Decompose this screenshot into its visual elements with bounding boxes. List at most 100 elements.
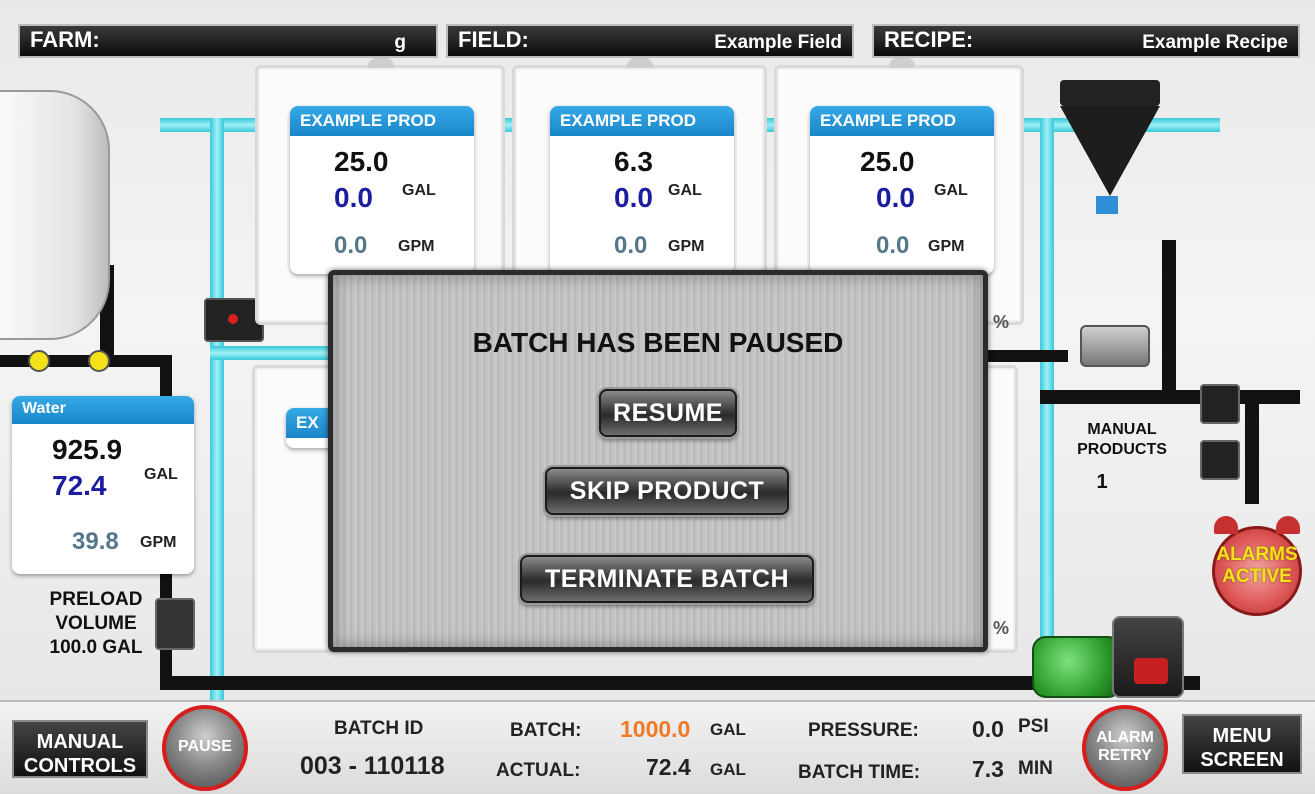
water-target: 925.9: [52, 434, 123, 465]
preload-unit: GAL: [102, 637, 143, 658]
product-3-actual: 0.0: [876, 182, 915, 213]
farm-label: FARM:: [30, 27, 100, 52]
black-line-right: [988, 350, 1068, 362]
water-flow-unit: GPM: [140, 534, 177, 551]
alarms-active-indicator[interactable]: ALARMS ACTIVE: [1206, 516, 1308, 628]
cyan-riser-right: [1040, 118, 1054, 648]
menu-screen-line1: MENU: [1212, 725, 1272, 747]
pause-label: PAUSE: [178, 738, 232, 755]
manual-controls-line2: CONTROLS: [23, 755, 137, 777]
manual-controls-line1: MANUAL: [36, 731, 124, 753]
pressure-label: PRESSURE:: [808, 720, 919, 741]
alarm-retry-line1: ALARM: [1096, 729, 1154, 746]
field-label: FIELD:: [458, 27, 529, 52]
manual-meter-2-icon: [1200, 440, 1240, 480]
product-3-unit: GAL: [934, 182, 968, 199]
water-flow: 39.8: [72, 528, 119, 555]
alarm-retry-button[interactable]: ALARM RETRY: [1082, 705, 1168, 791]
water-unit: GAL: [144, 466, 178, 483]
product-1-actual: 0.0: [334, 182, 373, 213]
terminate-batch-button[interactable]: TERMINATE BATCH: [520, 555, 814, 603]
product-2-flow: 0.0: [614, 232, 648, 259]
recipe-label: RECIPE:: [884, 27, 974, 52]
product-panel-1[interactable]: EXAMPLE PROD 25.0 0.0 GAL 0.0 GPM: [290, 106, 474, 274]
tank-cap: [368, 58, 394, 68]
product-1-unit: GAL: [402, 182, 436, 199]
pump-icon: [1032, 636, 1122, 698]
product-3-name: EXAMPLE PROD: [810, 106, 994, 136]
pause-button[interactable]: PAUSE: [162, 705, 248, 791]
pressure-unit: PSI: [1018, 716, 1049, 737]
preload-line2: VOLUME: [55, 613, 137, 634]
black-drop-manual: [1245, 404, 1259, 504]
product-3-target: 25.0: [860, 146, 915, 177]
preload-line1: PRELOAD: [49, 589, 143, 610]
flow-meter-water-icon: [155, 598, 195, 650]
tank-cap: [627, 58, 653, 68]
cyan-branch: [210, 346, 330, 360]
percent-label-1: %: [993, 312, 1010, 332]
alarm-bell-right-icon: [1276, 516, 1300, 534]
manual-products[interactable]: MANUAL PRODUCTS 1: [1062, 420, 1182, 492]
product-1-flow: 0.0: [334, 232, 368, 259]
menu-screen-button[interactable]: MENU SCREEN: [1182, 714, 1302, 774]
pressure-value: 0.0: [972, 716, 1004, 742]
batch-unit: GAL: [710, 720, 746, 739]
water-panel[interactable]: Water 925.9 72.4 GAL 39.8 GPM: [12, 396, 194, 574]
menu-screen-line2: SCREEN: [1200, 749, 1284, 771]
valve-assembly-icon: [1080, 325, 1150, 367]
recipe-value: Example Recipe: [1142, 32, 1288, 53]
farm-value: g: [394, 32, 406, 53]
pause-dialog-title: BATCH HAS BEEN PAUSED: [472, 327, 844, 358]
hopper-icon: [1060, 80, 1160, 230]
batch-time-value: 7.3: [972, 756, 1004, 782]
recipe-field: RECIPE: Example Recipe: [872, 24, 1300, 58]
batch-id-label: BATCH ID: [334, 718, 424, 739]
yellow-valve-1-icon: [28, 350, 50, 372]
cyan-riser-left: [210, 118, 224, 700]
actual-label: ACTUAL:: [496, 760, 581, 781]
yellow-valve-2-icon: [88, 350, 110, 372]
preload-value-row[interactable]: 100.0 GAL: [36, 636, 156, 660]
water-name: Water: [12, 396, 194, 424]
manual-products-line2: PRODUCTS: [1077, 441, 1167, 458]
engine-icon: [1112, 616, 1184, 698]
manual-controls-button[interactable]: MANUAL CONTROLS: [12, 720, 148, 778]
farm-field: FARM: g: [18, 24, 438, 58]
manual-products-count: 1: [1096, 471, 1108, 493]
batch-time-unit: MIN: [1018, 758, 1053, 779]
actual-value: 72.4: [646, 754, 691, 780]
product-3-flow: 0.0: [876, 232, 910, 259]
product-2-name: EXAMPLE PROD: [550, 106, 734, 136]
actual-unit: GAL: [710, 760, 746, 779]
batch-id-value: 003 - 110118: [300, 752, 445, 780]
product-3-flow-unit: GPM: [928, 238, 965, 255]
field-value: Example Field: [714, 32, 842, 53]
black-riser-hopper: [1162, 240, 1176, 400]
product-1-flow-unit: GPM: [398, 238, 435, 255]
manual-meter-1-icon: [1200, 384, 1240, 424]
product-2-target: 6.3: [614, 146, 653, 177]
product-2-flow-unit: GPM: [668, 238, 705, 255]
batch-time-label: BATCH TIME:: [798, 762, 921, 783]
batch-value: 1000.0: [620, 716, 691, 742]
percent-label-2: %: [993, 618, 1010, 638]
product-1-target: 25.0: [334, 146, 389, 177]
product-2-actual: 0.0: [614, 182, 653, 213]
product-panel-2[interactable]: EXAMPLE PROD 6.3 0.0 GAL 0.0 GPM: [550, 106, 734, 274]
tank-cap: [889, 58, 915, 68]
manual-products-line1: MANUAL: [1087, 421, 1157, 438]
product-2-unit: GAL: [668, 182, 702, 199]
product-1-name: EXAMPLE PROD: [290, 106, 474, 136]
skip-product-button[interactable]: SKIP PRODUCT: [545, 467, 789, 515]
field-field: FIELD: Example Field: [446, 24, 854, 58]
black-line-water-out: [0, 355, 170, 367]
water-actual: 72.4: [52, 470, 107, 501]
water-storage-tank: [0, 90, 110, 340]
product-panel-3[interactable]: EXAMPLE PROD 25.0 0.0 GAL 0.0 GPM: [810, 106, 994, 274]
preload-volume: PRELOAD VOLUME 100.0 GAL: [36, 588, 156, 660]
alarm-retry-line2: RETRY: [1098, 747, 1152, 764]
batch-label: BATCH:: [510, 720, 582, 741]
resume-button[interactable]: RESUME: [599, 389, 737, 437]
preload-value: 100.0: [49, 637, 98, 658]
